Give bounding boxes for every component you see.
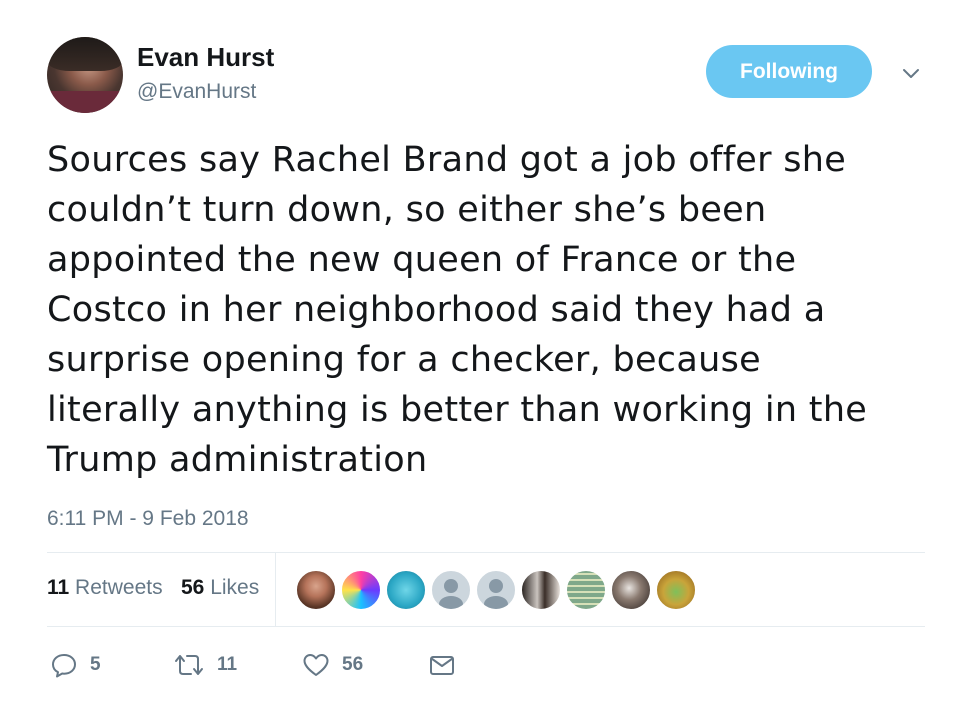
user-avatar[interactable]: [47, 37, 123, 113]
stats-separator: [275, 552, 276, 626]
tweet-text-line: couldn’t turn down, so either she’s been: [47, 190, 767, 230]
liker-avatar-6[interactable]: [521, 570, 561, 610]
heart-icon: [303, 654, 329, 676]
liker-avatar-3[interactable]: [386, 570, 426, 610]
like-count: 56: [342, 654, 364, 675]
retweets-stat[interactable]: 11 Retweets: [47, 576, 163, 600]
tweet-text-line: appointed the new queen of France or the: [47, 240, 797, 280]
tweet-text-line: Costco in her neighborhood said they had…: [47, 290, 826, 330]
liker-avatar-9[interactable]: [656, 570, 696, 610]
direct-message-button[interactable]: [428, 650, 456, 680]
tweet-text: Sources say Rachel Brand got a job offer…: [47, 135, 937, 485]
user-handle[interactable]: @EvanHurst: [137, 80, 256, 104]
avatar-hair: [47, 37, 123, 71]
retweet-button[interactable]: 11: [173, 650, 237, 680]
divider-bottom: [47, 626, 925, 627]
retweet-count: 11: [217, 654, 238, 675]
like-button[interactable]: 56: [302, 650, 363, 680]
likes-stat[interactable]: 56 Likes: [181, 576, 259, 600]
envelope-icon: [430, 656, 454, 675]
retweets-count: 11: [47, 576, 70, 599]
tweet-card: Evan Hurst @EvanHurst Following Sources …: [0, 0, 980, 716]
likes-count: 56: [181, 576, 205, 599]
following-button[interactable]: Following: [706, 45, 872, 98]
liker-avatar-1[interactable]: [296, 570, 336, 610]
reply-count: 5: [90, 654, 101, 675]
liker-avatar-7[interactable]: [566, 570, 606, 610]
divider-top: [47, 552, 925, 553]
reply-icon: [52, 654, 76, 678]
chevron-down-icon[interactable]: [896, 58, 926, 88]
likes-label: Likes: [210, 576, 260, 599]
retweet-icon: [175, 655, 203, 675]
liker-avatar-5[interactable]: [476, 570, 516, 610]
tweet-timestamp[interactable]: 6:11 PM - 9 Feb 2018: [47, 507, 249, 531]
display-name[interactable]: Evan Hurst: [137, 42, 274, 73]
retweets-label: Retweets: [75, 576, 163, 599]
tweet-text-line: Trump administration: [47, 440, 428, 480]
tweet-text-line: literally anything is better than workin…: [47, 390, 868, 430]
liker-avatar-4[interactable]: [431, 570, 471, 610]
liker-avatar-2[interactable]: [341, 570, 381, 610]
reply-button[interactable]: 5: [50, 650, 101, 680]
tweet-text-line: Sources say Rachel Brand got a job offer…: [47, 140, 847, 180]
tweet-text-line: surprise opening for a checker, because: [47, 340, 761, 380]
liker-avatar-8[interactable]: [611, 570, 651, 610]
avatar-shirt: [47, 91, 123, 113]
